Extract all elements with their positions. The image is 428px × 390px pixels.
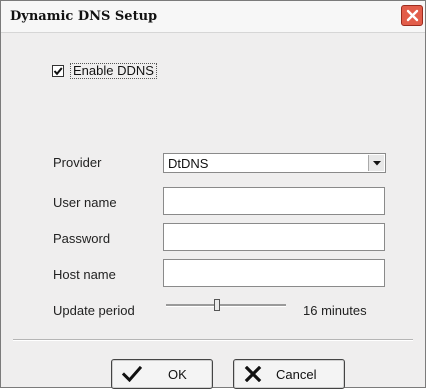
enable-ddns-checkbox[interactable] (52, 65, 64, 77)
update-period-label: Update period (53, 303, 135, 318)
provider-select[interactable]: DtDNS (163, 153, 386, 173)
slider-thumb[interactable] (214, 299, 220, 311)
provider-label: Provider (53, 155, 102, 170)
ok-button-label: OK (168, 367, 187, 382)
cross-icon (244, 366, 262, 382)
cancel-button[interactable]: Cancel (233, 359, 345, 389)
separator (13, 339, 413, 341)
dynamic-dns-dialog: Dynamic DNS Setup Enable DDNS Provider D… (0, 0, 426, 389)
hostname-input[interactable] (163, 259, 385, 287)
ok-button[interactable]: OK (111, 359, 213, 389)
cancel-button-label: Cancel (276, 367, 317, 382)
update-period-slider[interactable] (166, 299, 286, 313)
hostname-label: Host name (53, 267, 116, 282)
dropdown-button[interactable] (368, 155, 384, 171)
checkmark-icon (53, 67, 63, 76)
close-button[interactable] (401, 5, 423, 26)
provider-value: DtDNS (168, 156, 209, 171)
update-period-value: 16 minutes (303, 303, 367, 318)
slider-track (166, 304, 286, 307)
title-bar[interactable]: Dynamic DNS Setup (1, 1, 425, 33)
password-input[interactable] (163, 223, 385, 251)
username-label: User name (53, 195, 117, 210)
close-icon (406, 9, 419, 22)
username-input[interactable] (163, 187, 385, 215)
checkmark-icon (122, 366, 142, 382)
enable-ddns-label[interactable]: Enable DDNS (70, 63, 157, 79)
window-title: Dynamic DNS Setup (10, 9, 158, 24)
chevron-down-icon (373, 161, 381, 166)
password-label: Password (53, 231, 111, 246)
